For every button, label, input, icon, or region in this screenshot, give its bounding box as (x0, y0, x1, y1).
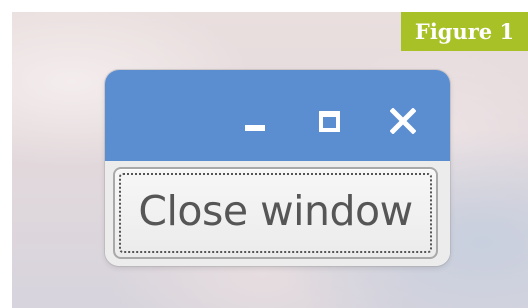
figure-label: Figure 1 (401, 12, 528, 51)
maximize-button[interactable] (313, 100, 345, 132)
close-button[interactable] (387, 100, 419, 134)
maximize-icon (319, 111, 340, 132)
close-window-button[interactable]: Close window (113, 167, 438, 259)
minimize-button[interactable] (239, 100, 271, 132)
app-window: Close window (105, 70, 450, 266)
window-titlebar[interactable] (105, 70, 450, 161)
window-content: Close window (105, 161, 450, 266)
close-icon (390, 108, 416, 134)
desktop-background: Figure 1 Close window (12, 12, 528, 308)
close-window-button-label: Close window (138, 187, 413, 235)
minimize-icon (245, 125, 265, 131)
